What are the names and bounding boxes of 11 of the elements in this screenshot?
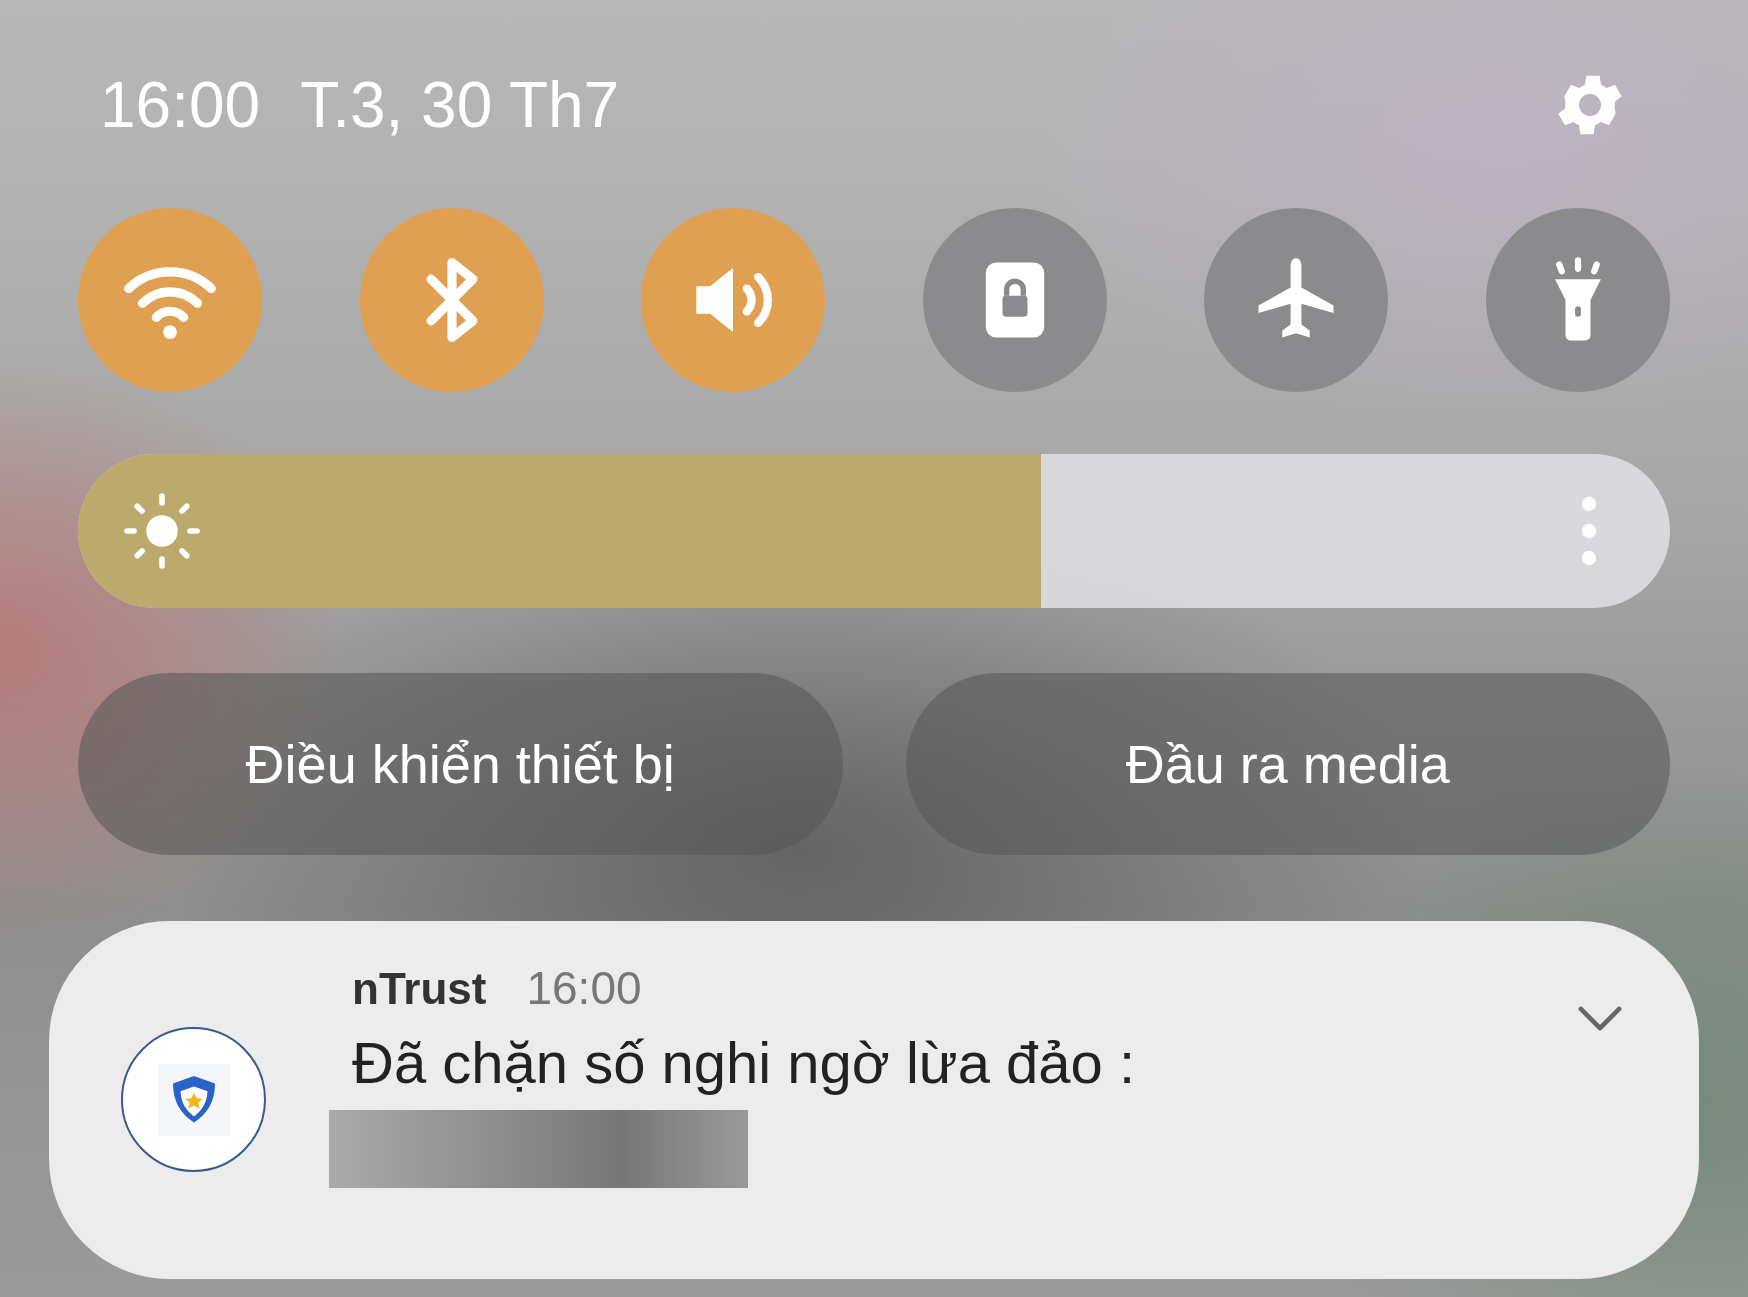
notification-card[interactable]: nTrust 16:00 Đã chặn số nghi ngờ lừa đảo : — [49, 921, 1699, 1279]
panel-button[interactable]: Đầu ra media — [905, 673, 1670, 855]
chevron-down-icon[interactable] — [1577, 1005, 1623, 1032]
notification-message: Đã chặn số nghi ngờ lừa đảo : — [352, 1029, 1136, 1096]
notification-time: 16:00 — [526, 961, 642, 1015]
clock-time: 16:00 — [100, 68, 261, 142]
panel-button[interactable]: Điều khiển thiết bị — [78, 673, 843, 855]
more-options-icon[interactable] — [1580, 495, 1598, 567]
shield-icon — [157, 1063, 230, 1136]
app-name: nTrust — [352, 964, 487, 1014]
date-text: T.3, 30 Th7 — [300, 68, 620, 142]
